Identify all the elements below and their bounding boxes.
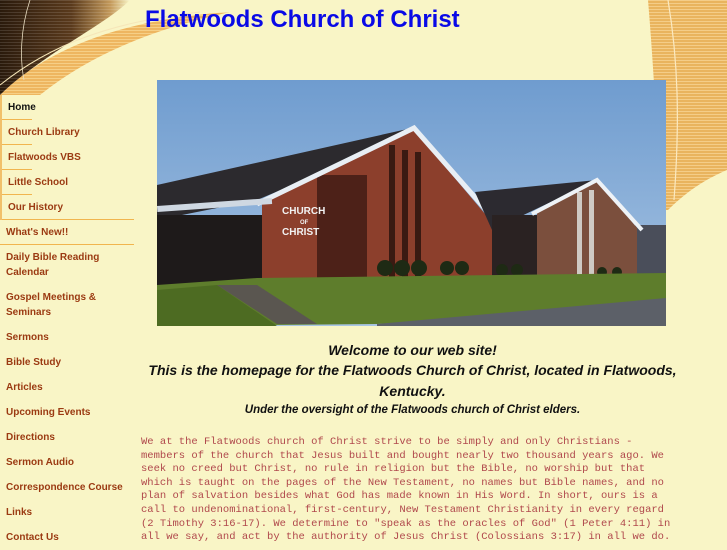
nav-upcoming-events[interactable]: Upcoming Events [0, 400, 134, 425]
nav-gospel-meetings[interactable]: Gospel Meetings & Seminars [0, 285, 134, 325]
nav-links[interactable]: Links [0, 500, 134, 525]
nav-sermons[interactable]: Sermons [0, 325, 134, 350]
sidebar-nav: Home Church Library Flatwoods VBS Little… [0, 95, 134, 550]
nav-our-history[interactable]: Our History [0, 195, 134, 220]
nav-daily-bible-reading[interactable]: Daily Bible Reading Calendar [0, 245, 134, 285]
nav-correspondence-course[interactable]: Correspondence Course [0, 475, 134, 500]
nav-little-school[interactable]: Little School [0, 170, 134, 195]
nav-home[interactable]: Home [0, 95, 134, 120]
welcome-block: Welcome to our web site! This is the hom… [140, 341, 685, 418]
nav-directions[interactable]: Directions [0, 425, 134, 450]
nav-bible-study[interactable]: Bible Study [0, 350, 134, 375]
nav-flatwoods-vbs[interactable]: Flatwoods VBS [0, 145, 134, 170]
church-sign-text: CHURCH [282, 206, 325, 217]
svg-text:OF: OF [300, 220, 309, 226]
welcome-subheading: This is the homepage for the Flatwoods C… [148, 362, 677, 399]
welcome-heading: Welcome to our web site! [328, 342, 497, 358]
church-photo: CHURCH OF CHRIST [157, 80, 666, 326]
nav-sermon-audio[interactable]: Sermon Audio [0, 450, 134, 475]
svg-text:CHRIST: CHRIST [282, 227, 319, 238]
nav-articles[interactable]: Articles [0, 375, 134, 400]
intro-paragraph: We at the Flatwoods church of Christ str… [141, 436, 671, 544]
nav-church-library[interactable]: Church Library [0, 120, 134, 145]
site-title: Flatwoods Church of Christ [145, 6, 460, 33]
welcome-oversight: Under the oversight of the Flatwoods chu… [244, 404, 581, 416]
nav-contact-us[interactable]: Contact Us [0, 525, 134, 550]
nav-whats-new[interactable]: What's New!! [0, 220, 134, 245]
